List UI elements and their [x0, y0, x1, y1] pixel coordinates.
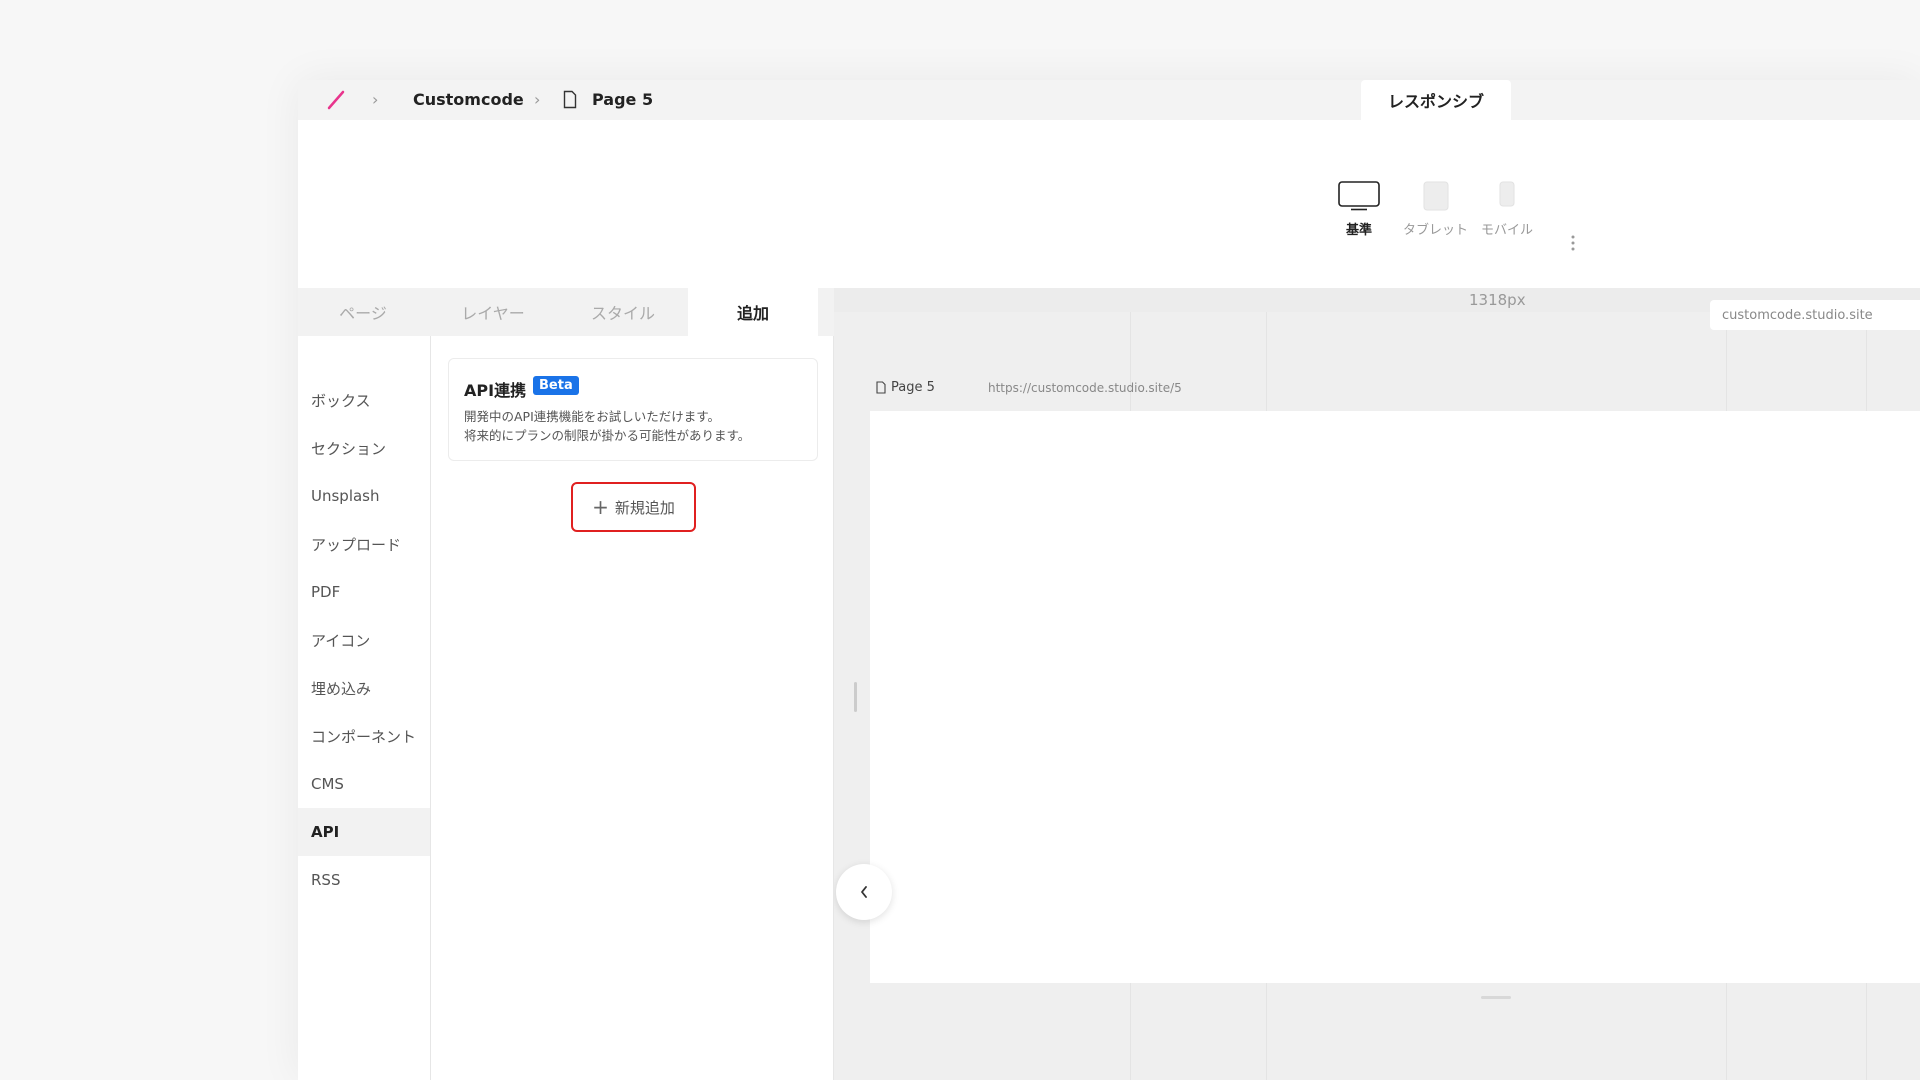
breadcrumb-project[interactable]: Customcode: [413, 90, 524, 109]
page-icon: [876, 381, 886, 394]
breadcrumb-page[interactable]: Page 5: [592, 90, 653, 109]
category-api[interactable]: API: [298, 808, 430, 856]
toolbar: [298, 120, 1920, 288]
api-card-description: 開発中のAPI連携機能をお試しいただけます。 将来的にプランの制限が掛かる可能性…: [464, 407, 750, 445]
frame-url[interactable]: https://customcode.studio.site/5: [988, 381, 1182, 395]
page-icon: [563, 90, 577, 109]
more-vertical-icon[interactable]: [1570, 234, 1576, 252]
category-upload[interactable]: アップロード: [298, 520, 430, 568]
device-label: タブレット: [1403, 223, 1469, 238]
category-rss[interactable]: RSS: [298, 856, 430, 904]
tablet-icon: [1423, 181, 1448, 211]
api-info-card: API連携 Beta 開発中のAPI連携機能をお試しいただけます。 将来的にプラ…: [448, 358, 818, 461]
category-component[interactable]: コンポーネント: [298, 712, 430, 760]
tab-page[interactable]: ページ: [298, 288, 428, 336]
api-desc-line: 開発中のAPI連携機能をお試しいただけます。: [464, 409, 721, 424]
canvas-area: 1318px customcode.studio.site Page 5 htt…: [834, 288, 1920, 1080]
site-domain-tag[interactable]: customcode.studio.site: [1710, 300, 1920, 330]
plus-icon: +: [592, 495, 609, 519]
device-tablet-button[interactable]: タブレット: [1403, 181, 1468, 238]
chevron-left-icon: [861, 886, 867, 898]
top-bar: › Customcode › Page 5 レスポンシブ: [298, 80, 1920, 120]
page-frame[interactable]: [870, 411, 1920, 983]
category-embed[interactable]: 埋め込み: [298, 664, 430, 712]
category-icon[interactable]: アイコン: [298, 616, 430, 664]
logo-icon[interactable]: [326, 90, 346, 110]
api-card-title: API連携: [464, 381, 527, 400]
device-mobile-button[interactable]: モバイル: [1481, 181, 1533, 238]
canvas-width-label: 1318px: [1469, 291, 1526, 309]
category-list: ボックス セクション Unsplash アップロード PDF アイコン 埋め込み…: [298, 336, 431, 1080]
app-window: › Customcode › Page 5 レスポンシブ 基準 タブレット モバ…: [298, 80, 1920, 1080]
desktop-icon: [1338, 181, 1380, 211]
frame-resize-handle[interactable]: [1481, 996, 1511, 999]
category-section[interactable]: セクション: [298, 424, 430, 472]
add-panel: API連携 Beta 開発中のAPI連携機能をお試しいただけます。 将来的にプラ…: [431, 336, 834, 1080]
beta-badge: Beta: [533, 376, 579, 395]
api-desc-line: 将来的にプランの制限が掛かる可能性があります。: [464, 428, 751, 443]
left-panel-tabs: ページ レイヤー スタイル 追加: [298, 288, 834, 336]
device-label: モバイル: [1481, 223, 1534, 238]
chevron-right-icon: ›: [372, 90, 379, 109]
category-unsplash[interactable]: Unsplash: [298, 472, 430, 520]
mobile-icon: [1499, 181, 1515, 207]
category-pdf[interactable]: PDF: [298, 568, 430, 616]
frame-header: Page 5: [876, 380, 935, 395]
device-desktop-button[interactable]: 基準: [1338, 181, 1380, 238]
tab-style[interactable]: スタイル: [558, 288, 688, 336]
tab-layer[interactable]: レイヤー: [428, 288, 558, 336]
device-label: 基準: [1345, 223, 1372, 238]
category-box[interactable]: ボックス: [298, 376, 430, 424]
frame-page-name[interactable]: Page 5: [891, 380, 935, 395]
category-cms[interactable]: CMS: [298, 760, 430, 808]
tab-responsive[interactable]: レスポンシブ: [1361, 80, 1511, 120]
add-new-button[interactable]: + 新規追加: [571, 482, 696, 532]
tab-add[interactable]: 追加: [688, 288, 818, 336]
panel-resize-handle[interactable]: [854, 682, 857, 712]
collapse-panel-button[interactable]: [836, 864, 892, 920]
add-new-label: 新規追加: [614, 498, 675, 517]
chevron-right-icon: ›: [534, 90, 541, 109]
